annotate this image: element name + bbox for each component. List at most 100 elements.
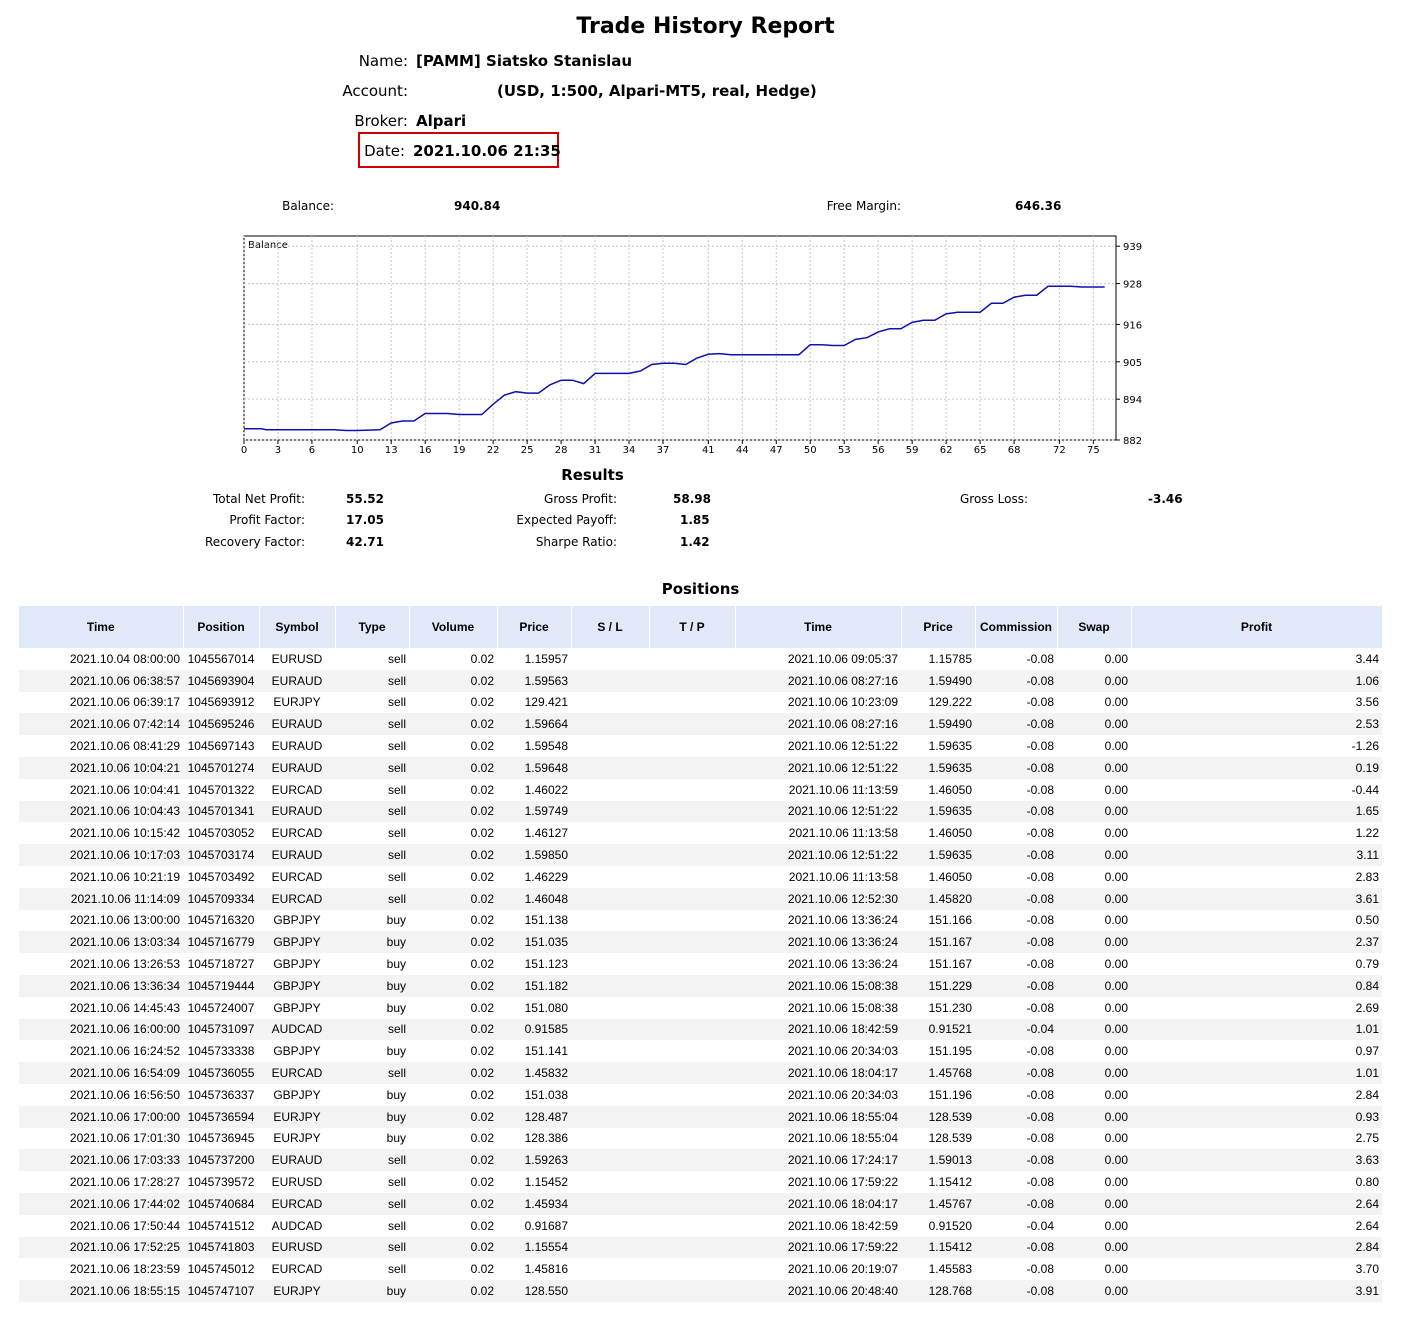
- cell-sl: [571, 1128, 649, 1150]
- cell-open-price: 1.15452: [524, 1175, 568, 1190]
- cell-volume: 0.02: [409, 669, 497, 692]
- cell-sl: [571, 931, 649, 954]
- cell-commission: -0.08: [975, 1062, 1057, 1084]
- cell-symbol: EURJPY: [259, 1105, 335, 1128]
- cell-sl: [571, 953, 649, 975]
- table-row: 2021.10.06 17:00:00 1045736594 EURJPY buy 0.…: [19, 1105, 1382, 1128]
- cell-position-id: 1045737200: [183, 1149, 259, 1172]
- cell-sl: [571, 713, 649, 736]
- table-row: 2021.10.06 17:03:33 1045737200 EURAUD sell 0…: [19, 1149, 1382, 1172]
- cell-open-time: 2021.10.06 13:36:34: [19, 974, 183, 997]
- cell-close-price: 1.59013: [901, 1149, 975, 1172]
- table-row: 2021.10.06 16:00:00 1045731097 AUDCAD sell 0…: [19, 1018, 1382, 1041]
- cell-tp: [649, 1128, 735, 1150]
- account-value: (USD, 1:500, Alpari-MT5, real, Hedge): [497, 82, 817, 100]
- cell-symbol: EURCAD: [271, 869, 323, 884]
- cell-volume: 0.02: [409, 1105, 497, 1128]
- cell-commission: -0.08: [975, 713, 1057, 736]
- balance-value: 940.84: [454, 199, 501, 213]
- cell-position-id: 1045718727: [187, 957, 255, 972]
- cell-volume: 0.02: [409, 800, 497, 823]
- cell-commission: -0.08: [975, 974, 1057, 997]
- cell-profit: 3.91: [1131, 1280, 1382, 1302]
- table-row: 2021.10.06 13:00:00 1045716320 GBPJPY buy 0.…: [19, 910, 1382, 932]
- cell-swap: 0.00: [1057, 844, 1131, 866]
- cell-open-time: 2021.10.06 17:52:25: [19, 1236, 183, 1259]
- cell-type: sell: [387, 695, 406, 710]
- cell-volume: 0.02: [409, 931, 497, 954]
- table-row: 2021.10.06 17:28:27 1045739572 EURUSD sell 0…: [19, 1171, 1382, 1193]
- cell-position-id: 1045733338: [187, 1044, 255, 1059]
- cell-position-id: 1045739572: [187, 1175, 255, 1190]
- cell-position-id: 1045693904: [183, 669, 259, 692]
- sharpe-ratio-value: 1.42: [680, 535, 710, 549]
- cell-position-id: 1045709334: [183, 887, 259, 910]
- cell-tp: [649, 974, 735, 997]
- x-tick-label: 6: [309, 445, 315, 456]
- cell-volume: 0.02: [409, 1062, 497, 1084]
- x-tick-label: 53: [838, 445, 851, 456]
- cell-swap: 0.00: [1057, 713, 1131, 736]
- cell-commission: -0.04: [975, 1018, 1057, 1041]
- cell-tp: [649, 1215, 735, 1237]
- y-tick-label: 905: [1123, 358, 1142, 369]
- table-row: 2021.10.06 14:45:43 1045724007 GBPJPY buy 0.…: [19, 997, 1382, 1019]
- cell-type: sell: [335, 669, 409, 692]
- cell-symbol: EURUSD: [271, 1175, 323, 1190]
- cell-open-price: 1.59648: [497, 756, 571, 779]
- cell-swap: 0.00: [1104, 1044, 1128, 1059]
- cell-sl: [571, 756, 649, 779]
- x-tick-label: 25: [521, 445, 534, 456]
- cell-symbol: EURAUD: [259, 1149, 335, 1172]
- cell-swap: 0.00: [1057, 1280, 1131, 1302]
- cell-volume: 0.02: [470, 1218, 494, 1233]
- table-row: 2021.10.06 10:15:42 1045703052 EURCAD sell 0…: [19, 822, 1382, 844]
- cell-open-time: 2021.10.06 10:21:19: [69, 869, 180, 884]
- x-tick-label: 19: [453, 445, 466, 456]
- profit-factor-value: 17.05: [346, 513, 384, 527]
- cell-position-id: 1045703492: [187, 869, 255, 884]
- cell-type: buy: [386, 957, 406, 972]
- cell-sl: [571, 997, 649, 1019]
- cell-symbol: EURCAD: [271, 782, 323, 797]
- cell-open-price: 151.182: [497, 974, 571, 997]
- cell-position-id: 1045724007: [187, 1000, 255, 1015]
- cell-volume: 0.02: [470, 1044, 494, 1059]
- cell-volume: 0.02: [409, 887, 497, 910]
- cell-type: sell: [335, 844, 409, 866]
- cell-close-time: 2021.10.06 08:27:16: [735, 713, 901, 736]
- cell-tp: [649, 1149, 735, 1172]
- table-row: 2021.10.06 16:56:50 1045736337 GBPJPY buy 0.…: [19, 1084, 1382, 1106]
- cell-volume: 0.02: [409, 1192, 497, 1215]
- cell-swap: 0.00: [1104, 651, 1128, 666]
- cell-open-time: 2021.10.06 16:54:09: [19, 1062, 183, 1084]
- total-net-profit-label: Total Net Profit:: [212, 492, 305, 506]
- cell-tp: [649, 735, 735, 757]
- y-tick-label: 882: [1123, 436, 1142, 447]
- cell-volume: 0.02: [470, 739, 494, 754]
- cell-type: sell: [335, 800, 409, 823]
- cell-profit: 3.11: [1131, 844, 1382, 866]
- cell-close-time: 2021.10.06 17:59:22: [787, 1175, 898, 1190]
- cell-close-time: 2021.10.06 18:55:04: [735, 1105, 901, 1128]
- cell-profit: 2.37: [1131, 931, 1382, 954]
- cell-sl: [571, 1062, 649, 1084]
- name-label: Name:: [358, 52, 408, 70]
- cell-commission: -0.04: [1026, 1218, 1054, 1233]
- cell-open-time: 2021.10.06 16:56:50: [69, 1087, 180, 1102]
- cell-sl: [571, 1084, 649, 1106]
- cell-type: sell: [387, 651, 406, 666]
- cell-open-price: 128.386: [524, 1131, 568, 1146]
- cell-swap: 0.00: [1057, 1062, 1131, 1084]
- cell-symbol: EURJPY: [273, 695, 321, 710]
- cell-tp: [649, 713, 735, 736]
- x-tick-label: 34: [623, 445, 636, 456]
- cell-swap: 0.00: [1104, 739, 1128, 754]
- cell-symbol: EURJPY: [259, 1280, 335, 1302]
- cell-open-time: 2021.10.06 10:04:21: [19, 756, 183, 779]
- cell-commission: -0.08: [975, 844, 1057, 866]
- cell-profit: 2.64: [1131, 1192, 1382, 1215]
- cell-type: buy: [335, 931, 409, 954]
- cell-close-price: 1.45583: [928, 1262, 972, 1277]
- cell-type: buy: [386, 1087, 406, 1102]
